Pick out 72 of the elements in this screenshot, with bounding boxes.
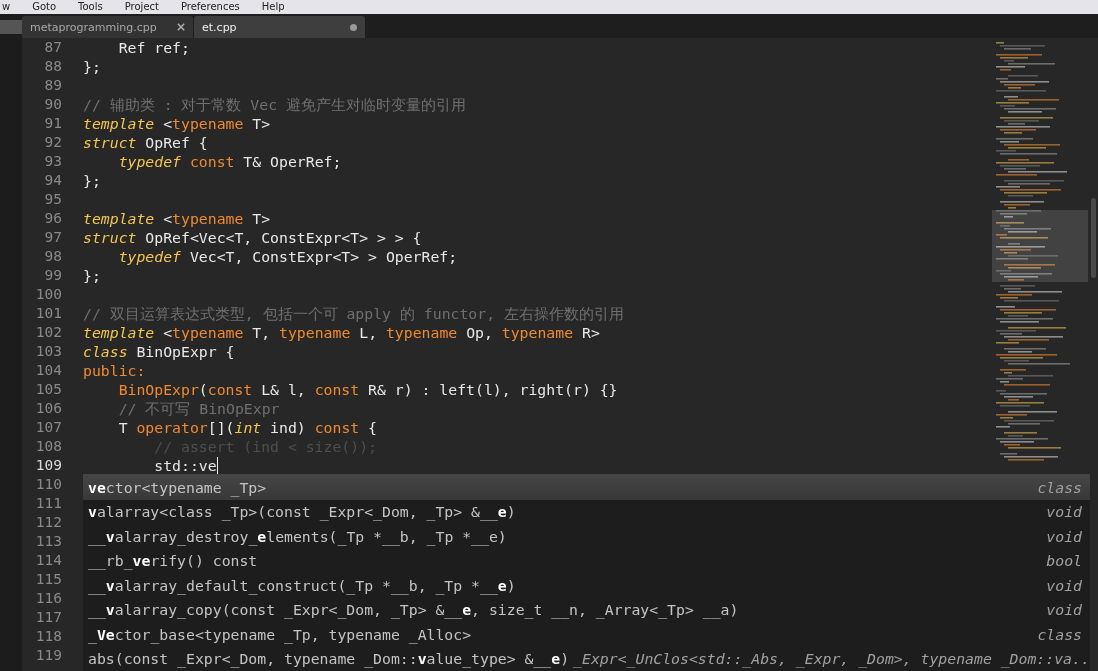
tab-label: metaprogramming.cpp [30, 20, 157, 34]
line-number: 94 [43, 171, 62, 190]
code-line: struct OpRef { [83, 133, 208, 152]
line-number: 117 [34, 608, 62, 627]
line-number: 102 [34, 323, 62, 342]
line-number: 110 [34, 475, 62, 494]
completion-item[interactable]: __valarray_default_construct(_Tp *__b, _Tp *__e) void [83, 573, 1090, 598]
line-number: 88 [43, 57, 62, 76]
line-number: 112 [34, 513, 62, 532]
line-number: 87 [43, 38, 62, 57]
line-number: 107 [34, 418, 62, 437]
code-line: class BinOpExpr { [83, 342, 235, 361]
line-number: 92 [43, 133, 62, 152]
line-number: 114 [34, 551, 62, 570]
code-line: Ref ref; [117, 38, 190, 57]
code-line: std::ve [153, 456, 217, 475]
code-line: template <typename T> [83, 114, 271, 133]
code-line: }; [83, 266, 101, 285]
line-number: 111 [34, 494, 62, 513]
editor-tab[interactable]: et.cpp [194, 16, 365, 38]
completion-item[interactable]: _Vector_base<typename _Tp, typename _Alloc> class [83, 622, 1090, 647]
completion-item[interactable]: valarray<class _Tp>(const _Expr<_Dom, _Tp> &__e) void [83, 499, 1090, 524]
line-number: 101 [34, 304, 62, 323]
completion-item[interactable]: vector<typename _Tp> class [83, 475, 1090, 500]
code-line: BinOpExpr(const L& l, const R& r) : left(l), right(r) {} [117, 380, 618, 399]
line-number: 105 [34, 380, 62, 399]
line-number: 93 [43, 152, 62, 171]
code-line: }; [83, 57, 101, 76]
line-number: 89 [43, 76, 62, 95]
completion-item[interactable]: __rb_ve rify() const bool [83, 548, 1090, 573]
line-number: 104 [34, 361, 62, 380]
code-line: // 不可写 BinOpExpr [117, 399, 280, 418]
menu-item[interactable]: w [2, 1, 11, 13]
line-number: 118 [34, 627, 62, 646]
code-line: template <typename T, typename L, typename Op, typename R> [83, 323, 600, 342]
menu-item[interactable]: Help [261, 1, 285, 13]
editor-tab[interactable]: metaprogramming.cpp [22, 16, 193, 38]
line-number: 99 [43, 266, 62, 285]
tab-label: et.cpp [202, 20, 237, 34]
line-number: 90 [43, 95, 62, 114]
menu-item[interactable]: Tools [78, 1, 103, 13]
completion-item[interactable]: __valarray_destroy_elements(_Tp *__b, _Tp *__e) void [83, 524, 1090, 549]
line-number: 96 [43, 209, 62, 228]
line-number: 115 [34, 570, 62, 589]
line-number: 113 [34, 532, 62, 551]
line-number: 109 [34, 456, 62, 475]
code-line: }; [83, 171, 101, 190]
line-number: 100 [34, 285, 62, 304]
completion-item[interactable]: __valarray_copy(const _Expr<_Dom, _Tp> &__e, size_t __n, _Array<_Tp> __a) void [83, 597, 1090, 622]
line-number: 103 [34, 342, 62, 361]
line-number: 119 [34, 646, 62, 665]
code-line: // 辅助类 : 对于常数 Vec 避免产生对临时变量的引用 [83, 95, 466, 114]
line-number: 91 [43, 114, 62, 133]
line-number: 116 [34, 589, 62, 608]
code-line: template <typename T> [83, 209, 271, 228]
line-number: 97 [43, 228, 62, 247]
menu-item[interactable]: Preferences [180, 1, 240, 13]
code-line: T operator[](int ind) const { [117, 418, 378, 437]
menu-item[interactable]: Goto [32, 1, 57, 13]
menu-item[interactable]: Project [124, 1, 159, 13]
code-line: typedef const T& OperRef; [117, 152, 342, 171]
close-icon[interactable] [177, 23, 185, 31]
text-cursor [216, 457, 219, 474]
scrollbar-thumb[interactable] [1091, 198, 1096, 278]
line-number: 106 [34, 399, 62, 418]
code-line: public: [83, 361, 146, 380]
line-number: 98 [43, 247, 62, 266]
line-number: 108 [34, 437, 62, 456]
code-line: struct OpRef<Vec<T, ConstExpr<T> > > { [83, 228, 422, 247]
code-line: typedef Vec<T, ConstExpr<T> > OperRef; [117, 247, 458, 266]
line-number: 95 [43, 190, 62, 209]
completion-item[interactable]: abs(const _Expr<_Dom, typename _Dom::value_type> &__e) _Expr<_UnClos<std::_Abs, _Expr, _Dom>, typename _Dom::va.. [83, 646, 1090, 671]
